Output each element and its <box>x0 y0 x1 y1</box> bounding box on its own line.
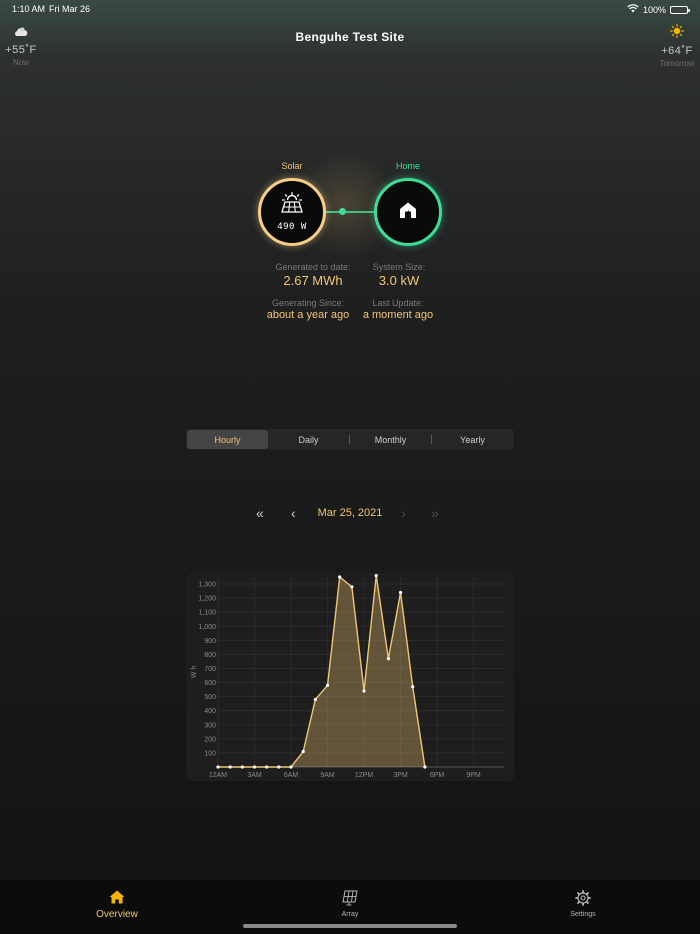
data-point <box>313 697 317 702</box>
data-point <box>350 585 354 589</box>
x-tick-label: 9AM <box>320 772 335 779</box>
data-point <box>301 749 305 754</box>
wifi-icon <box>627 4 639 15</box>
battery-icon <box>670 5 690 14</box>
data-point <box>411 685 415 689</box>
data-point <box>265 765 269 769</box>
y-tick-label: 700 <box>204 666 216 673</box>
data-point <box>240 765 244 769</box>
y-tick-label: 400 <box>204 708 216 715</box>
stat-system-size-value: 3.0 kW <box>378 273 420 288</box>
y-axis-label: W h <box>191 666 198 679</box>
stat-last-update-value: a moment ago <box>362 309 434 321</box>
x-tick-label: 3PM <box>393 772 408 779</box>
flow-dot <box>339 208 346 215</box>
tab-monthly[interactable]: Monthly <box>350 430 431 449</box>
status-bar: 1:10 AM Fri Mar 26 100% <box>0 0 700 18</box>
tab-yearly[interactable]: Yearly <box>432 430 513 449</box>
tab-overview-label: Overview <box>96 909 138 920</box>
battery-percent: 100% <box>642 4 666 15</box>
house-icon <box>109 890 125 906</box>
x-tick-label: 6AM <box>284 772 299 779</box>
tab-settings-label: Settings <box>570 911 596 918</box>
home-label: Home <box>395 161 420 171</box>
stat-last-update-label: Last Update: <box>372 298 424 308</box>
y-tick-label: 600 <box>204 680 216 687</box>
production-chart: 100 200 300 400 500 600 700 800 900 1,000 1,100 1,2… <box>186 573 514 781</box>
series-area <box>218 575 425 767</box>
weather-tomorrow-label: Tomorrow <box>659 59 695 68</box>
home-icon <box>398 200 418 225</box>
tab-settings[interactable]: Settings <box>558 890 608 918</box>
status-right: 100% <box>627 4 690 15</box>
x-tick-label: 3AM <box>247 772 262 779</box>
last-page-icon[interactable]: » <box>431 504 439 522</box>
period-selector: Hourly Daily Monthly Yearly <box>186 429 514 450</box>
y-tick-label: 1,200 <box>198 596 216 603</box>
y-tick-label: 1,300 <box>198 582 216 589</box>
gear-icon <box>575 890 591 908</box>
solar-label: Solar <box>281 161 303 171</box>
solar-power-value: 490 W <box>277 222 307 232</box>
y-tick-label: 800 <box>204 652 216 659</box>
y-tick-label: 200 <box>204 736 216 743</box>
solar-panel-icon <box>341 890 359 908</box>
y-tick-label: 900 <box>204 638 216 645</box>
next-icon[interactable]: › <box>401 504 406 522</box>
stat-system-size: System Size: 3.0 kW <box>344 262 454 288</box>
home-node[interactable] <box>374 178 442 246</box>
x-tick-label: 6PM <box>430 772 445 779</box>
tab-array-label: Array <box>341 911 359 918</box>
current-date[interactable]: Mar 25, 2021 <box>300 507 400 519</box>
x-tick-label: 12AM <box>209 772 227 779</box>
weather-now-label: Now <box>12 58 29 67</box>
site-title: Benguhe Test Site <box>295 30 405 44</box>
status-time: 1:10 AM <box>12 4 46 14</box>
data-point <box>386 657 390 661</box>
tab-bar: Overview Array Settings <box>0 880 700 934</box>
solar-node[interactable]: 490 W <box>258 178 326 246</box>
previous-icon[interactable]: ‹ <box>291 504 296 522</box>
home-indicator[interactable] <box>243 924 457 928</box>
tab-array[interactable]: Array <box>325 890 375 918</box>
data-point <box>289 765 293 769</box>
date-navigation: « ‹ Mar 25, 2021 › » <box>0 504 700 522</box>
weather-tomorrow-temp: +64˚F <box>661 45 693 57</box>
x-tick-label: 9PM <box>466 772 481 779</box>
data-point <box>228 765 232 769</box>
data-point <box>252 765 257 769</box>
chart-svg: 100 200 300 400 500 600 700 800 900 1,000 1,100 1,2… <box>191 573 504 779</box>
tab-overview[interactable]: Overview <box>86 890 148 920</box>
flow-line <box>326 211 374 213</box>
data-point <box>277 765 281 769</box>
data-point <box>325 683 330 687</box>
solar-panel-icon <box>279 192 305 219</box>
weather-now-temp: +55˚F <box>5 44 37 56</box>
data-point <box>362 689 366 693</box>
y-tick-label: 300 <box>204 722 216 729</box>
stat-system-size-label: System Size: <box>372 262 426 272</box>
y-tick-label: 1,000 <box>198 624 216 631</box>
y-tick-label: 500 <box>204 694 216 701</box>
data-point <box>423 765 427 769</box>
tab-hourly[interactable]: Hourly <box>187 430 268 449</box>
data-point <box>374 573 378 578</box>
x-tick-label: 12PM <box>355 772 373 779</box>
y-tick-label: 100 <box>204 750 216 757</box>
data-point <box>398 590 403 595</box>
status-date: Fri Mar 26 <box>49 4 91 14</box>
first-page-icon[interactable]: « <box>256 504 264 522</box>
tab-daily[interactable]: Daily <box>268 430 349 449</box>
stat-last-update: Last Update: a moment ago <box>343 298 453 321</box>
data-point <box>216 765 220 769</box>
data-point <box>338 575 342 579</box>
y-tick-label: 1,100 <box>198 610 216 617</box>
